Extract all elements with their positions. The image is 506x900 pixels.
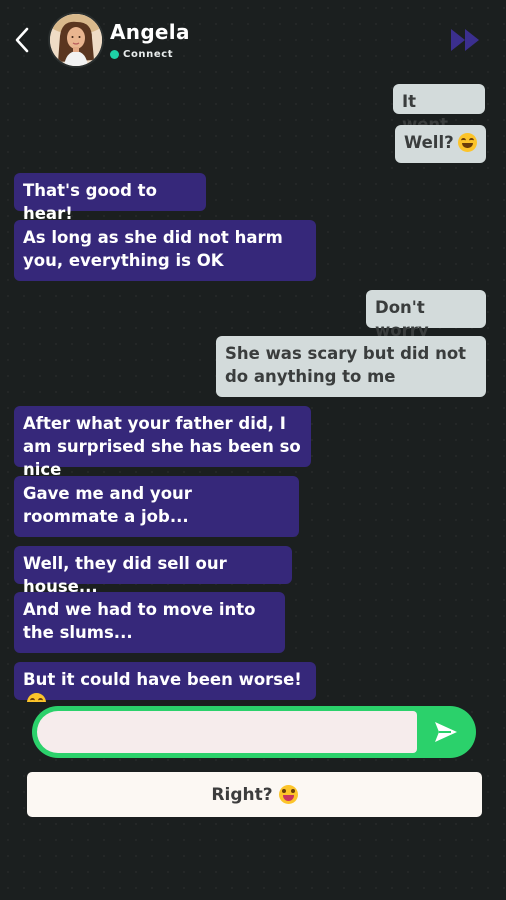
grinning-sweat-emoji-icon — [27, 693, 46, 702]
message-bubble-incoming: Gave me and your roommate a job... — [14, 476, 299, 537]
message-bubble-incoming: After what your father did, I am surpris… — [14, 406, 311, 479]
message-bubble-outgoing: Don't worry — [366, 290, 486, 340]
status-text: Connect — [123, 49, 174, 60]
message-text: As long as she did not harm you, everyth… — [23, 228, 283, 270]
message-text: Gave me and your roommate a job... — [23, 484, 192, 526]
message-input[interactable] — [37, 711, 417, 753]
message-text: She was scary but did not do anything to… — [225, 344, 467, 386]
message-text: And we had to move into the slums... — [23, 600, 256, 642]
online-dot-icon — [110, 50, 119, 59]
message-bubble-outgoing: It went... — [393, 84, 485, 134]
tears-of-joy-emoji-icon — [278, 785, 298, 804]
message-bubble-outgoing: She was scary but did not do anything to… — [216, 336, 486, 397]
contact-name: Angela — [110, 20, 190, 44]
message-bubble-incoming: And we had to move into the slums... — [14, 592, 285, 653]
skip-button[interactable] — [448, 26, 484, 54]
chat-header: Angela Connect — [0, 0, 506, 80]
message-text: Well, they did sell our house... — [23, 554, 227, 596]
message-text: But it could have been worse! — [23, 670, 302, 689]
message-bubble-outgoing: Well? — [395, 125, 486, 163]
back-button[interactable] — [8, 22, 36, 58]
quick-reply-label: Right? — [211, 784, 273, 805]
message-text: Don't worry — [375, 298, 429, 340]
avatar[interactable] — [50, 14, 102, 66]
message-list: It went... Well? That's good to hear! As… — [0, 80, 506, 702]
send-button[interactable] — [421, 711, 471, 753]
message-text: After what your father did, I am surpris… — [23, 414, 301, 479]
fast-forward-icon — [451, 29, 479, 51]
message-bubble-incoming: But it could have been worse! — [14, 662, 316, 702]
chevron-left-icon — [15, 27, 29, 53]
grinning-sweat-emoji-icon — [457, 133, 477, 152]
message-composer — [32, 706, 476, 758]
status-indicator: Connect — [110, 49, 173, 60]
message-text: That's good to hear! — [23, 181, 157, 223]
message-bubble-incoming: As long as she did not harm you, everyth… — [14, 220, 316, 281]
message-text: Well? — [404, 133, 454, 152]
quick-reply-button[interactable]: Right? — [27, 772, 482, 817]
send-arrow-icon — [435, 722, 457, 742]
message-bubble-incoming: Well, they did sell our house... — [14, 546, 292, 596]
message-bubble-incoming: That's good to hear! — [14, 173, 206, 223]
